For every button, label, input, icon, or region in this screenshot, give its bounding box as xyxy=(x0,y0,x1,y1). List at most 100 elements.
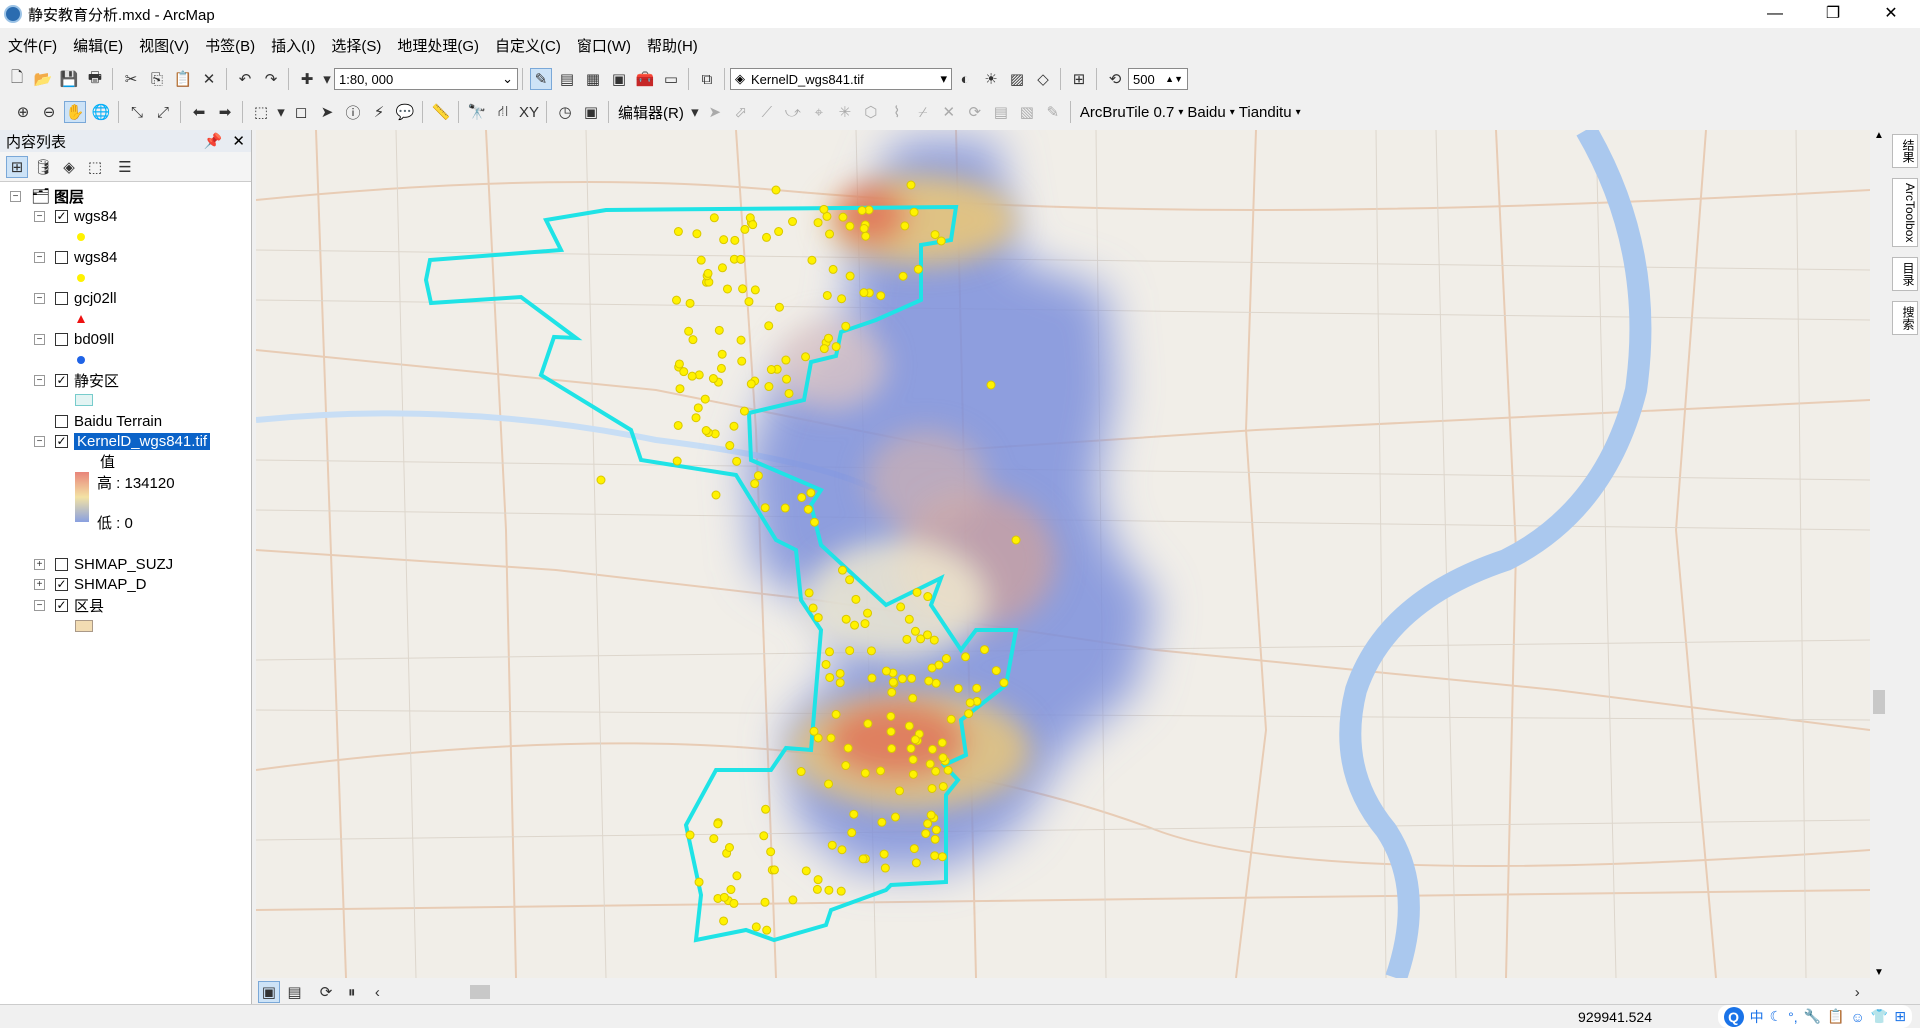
select-elements-icon[interactable]: ➤ xyxy=(316,101,338,123)
scroll-down-icon[interactable]: ▼ xyxy=(1870,967,1888,978)
layer-item[interactable]: − gcj02ll xyxy=(34,288,117,308)
select-dropdown-icon[interactable]: ▾ xyxy=(276,101,286,123)
menu-view[interactable]: 视图(V) xyxy=(131,35,197,56)
add-data-icon[interactable]: ✚ xyxy=(296,68,318,90)
buffer-tool-icon[interactable]: ⟲ xyxy=(1104,68,1126,90)
data-view-icon[interactable]: ▣ xyxy=(258,981,280,1003)
map-scale-combo[interactable]: 1:80, 000 ⌄ xyxy=(334,68,518,90)
layer-visibility-checkbox[interactable]: ✓ xyxy=(55,373,68,387)
scroll-left-icon[interactable]: ‹ xyxy=(367,981,389,1003)
pause-drawing-icon[interactable]: ⏸ xyxy=(341,981,363,1003)
viewer-window-icon[interactable]: ▣ xyxy=(580,101,602,123)
select-features-icon[interactable]: ⬚ xyxy=(250,101,272,123)
pan-icon[interactable]: ✋ xyxy=(64,101,86,123)
save-icon[interactable]: 💾 xyxy=(58,68,80,90)
collapse-icon[interactable]: − xyxy=(34,333,45,345)
menu-help[interactable]: 帮助(H) xyxy=(639,35,706,56)
zoom-to-layer-icon[interactable]: ⊞ xyxy=(1068,68,1090,90)
collapse-icon[interactable]: − xyxy=(34,374,45,386)
cut-icon[interactable]: ✂ xyxy=(120,68,142,90)
ime-toolbar[interactable]: Q 中 ☾ °, 🔧 📋 ☺ 👕 ⊞ xyxy=(1717,1005,1912,1028)
color-ramp[interactable] xyxy=(75,472,89,524)
wrench-icon[interactable]: 🔧 xyxy=(1804,1008,1821,1025)
collapse-icon[interactable]: − xyxy=(10,190,21,202)
menu-file[interactable]: 文件(F) xyxy=(0,35,65,56)
copy-icon[interactable]: ⎘ xyxy=(146,68,168,90)
scroll-up-icon[interactable]: ▲ xyxy=(1870,130,1888,141)
layer-name-selected[interactable]: KernelD_wgs841.tif xyxy=(74,432,211,450)
layer-item[interactable]: + ✓ SHMAP_D xyxy=(34,574,147,594)
arctoolbox-icon[interactable]: 🧰 xyxy=(634,68,656,90)
moon-icon[interactable]: ☾ xyxy=(1770,1008,1783,1025)
find-route-icon[interactable]: ⛙ xyxy=(492,101,514,123)
polygon-symbol[interactable] xyxy=(75,616,93,636)
flicker-icon[interactable]: ◇ xyxy=(1032,68,1054,90)
editor-dropdown-icon[interactable]: ▾ xyxy=(690,101,700,123)
collapse-icon[interactable]: − xyxy=(34,292,45,304)
punctuation-icon[interactable]: °, xyxy=(1788,1009,1798,1025)
delete-icon[interactable]: ✕ xyxy=(198,68,220,90)
tianditu-menu[interactable]: Tianditu xyxy=(1235,104,1296,121)
layer-item[interactable]: + SHMAP_SUZJ xyxy=(34,554,173,574)
layer-item[interactable]: − ✓ 静安区 xyxy=(34,370,119,390)
baidu-menu[interactable]: Baidu xyxy=(1183,104,1229,121)
polygon-symbol[interactable] xyxy=(75,390,93,410)
list-by-visibility-icon[interactable]: ◈ xyxy=(58,156,80,178)
fixed-zoom-in-icon[interactable]: ⤡ xyxy=(126,101,148,123)
layer-item[interactable]: − ✓ KernelD_wgs841.tif xyxy=(34,431,211,451)
results-tab[interactable]: 结果 xyxy=(1892,134,1918,168)
collapse-icon[interactable]: − xyxy=(34,599,45,611)
list-by-source-icon[interactable]: 🛢 xyxy=(32,156,54,178)
hyperlink-icon[interactable]: ⚡ xyxy=(368,101,390,123)
full-extent-icon[interactable]: 🌐 xyxy=(90,101,112,123)
go-to-xy-icon[interactable]: XY xyxy=(518,101,540,123)
buffer-distance-input[interactable]: 500 ▲▼ xyxy=(1128,68,1188,90)
layer-item[interactable]: − ✓ 区县 xyxy=(34,595,104,615)
map-horizontal-scrollbar[interactable] xyxy=(390,984,1844,1000)
maximize-button[interactable]: ❐ xyxy=(1804,0,1862,28)
point-symbol[interactable] xyxy=(76,268,86,288)
brightness-icon[interactable]: ☀ xyxy=(980,68,1002,90)
add-data-dropdown-icon[interactable]: ▾ xyxy=(322,68,332,90)
menu-selection[interactable]: 选择(S) xyxy=(323,35,389,56)
spinner-icon[interactable]: ▲▼ xyxy=(1165,74,1183,84)
find-icon[interactable]: 🔭 xyxy=(466,101,488,123)
menu-windows[interactable]: 窗口(W) xyxy=(569,35,639,56)
menu-customize[interactable]: 自定义(C) xyxy=(487,35,569,56)
point-symbol[interactable] xyxy=(76,350,86,370)
layer-item[interactable]: − wgs84 xyxy=(34,247,117,267)
search-window-icon[interactable]: ▣ xyxy=(608,68,630,90)
ime-language[interactable]: 中 xyxy=(1750,1007,1764,1027)
map-view[interactable] xyxy=(256,130,1870,978)
layers-root[interactable]: − 🗂 图层 xyxy=(10,186,84,206)
forward-arrow-icon[interactable]: ➡ xyxy=(214,101,236,123)
editor-menu[interactable]: 编辑器(R) xyxy=(614,102,688,123)
table-of-contents-icon[interactable]: ▤ xyxy=(556,68,578,90)
redo-icon[interactable]: ↷ xyxy=(260,68,282,90)
clear-selection-icon[interactable]: ◻ xyxy=(290,101,312,123)
menu-edit[interactable]: 编辑(E) xyxy=(65,35,131,56)
layer-item[interactable]: Baidu Terrain xyxy=(55,411,162,431)
layer-visibility-checkbox[interactable] xyxy=(55,291,68,305)
layer-visibility-checkbox[interactable] xyxy=(55,557,68,571)
paste-icon[interactable]: 📋 xyxy=(172,68,194,90)
layer-combo[interactable]: ◈ KernelD_wgs841.tif ▾ xyxy=(730,68,952,90)
grid-icon[interactable]: ⊞ xyxy=(1894,1008,1906,1025)
clipboard-icon[interactable]: 📋 xyxy=(1827,1008,1844,1025)
minimize-button[interactable]: — xyxy=(1746,0,1804,28)
layer-item[interactable]: − bd09ll xyxy=(34,329,114,349)
layer-visibility-checkbox[interactable]: ✓ xyxy=(55,209,68,223)
arcbrutile-menu[interactable]: ArcBruTile 0.7 xyxy=(1076,104,1178,121)
print-icon[interactable]: 🖶 xyxy=(84,68,106,90)
contrast-icon[interactable]: ◐ xyxy=(954,68,976,90)
html-popup-icon[interactable]: 💬 xyxy=(394,101,416,123)
shirt-icon[interactable]: 👕 xyxy=(1871,1008,1888,1025)
point-symbol[interactable] xyxy=(76,227,86,247)
layer-visibility-checkbox[interactable] xyxy=(55,414,68,428)
expand-icon[interactable]: + xyxy=(34,558,45,570)
model-builder-icon[interactable]: ⧉ xyxy=(696,68,718,90)
refresh-icon[interactable]: ⟳ xyxy=(315,981,337,1003)
layer-item[interactable]: − ✓ wgs84 xyxy=(34,206,117,226)
close-button[interactable]: ✕ xyxy=(1862,0,1920,28)
layer-visibility-checkbox[interactable] xyxy=(55,332,68,346)
